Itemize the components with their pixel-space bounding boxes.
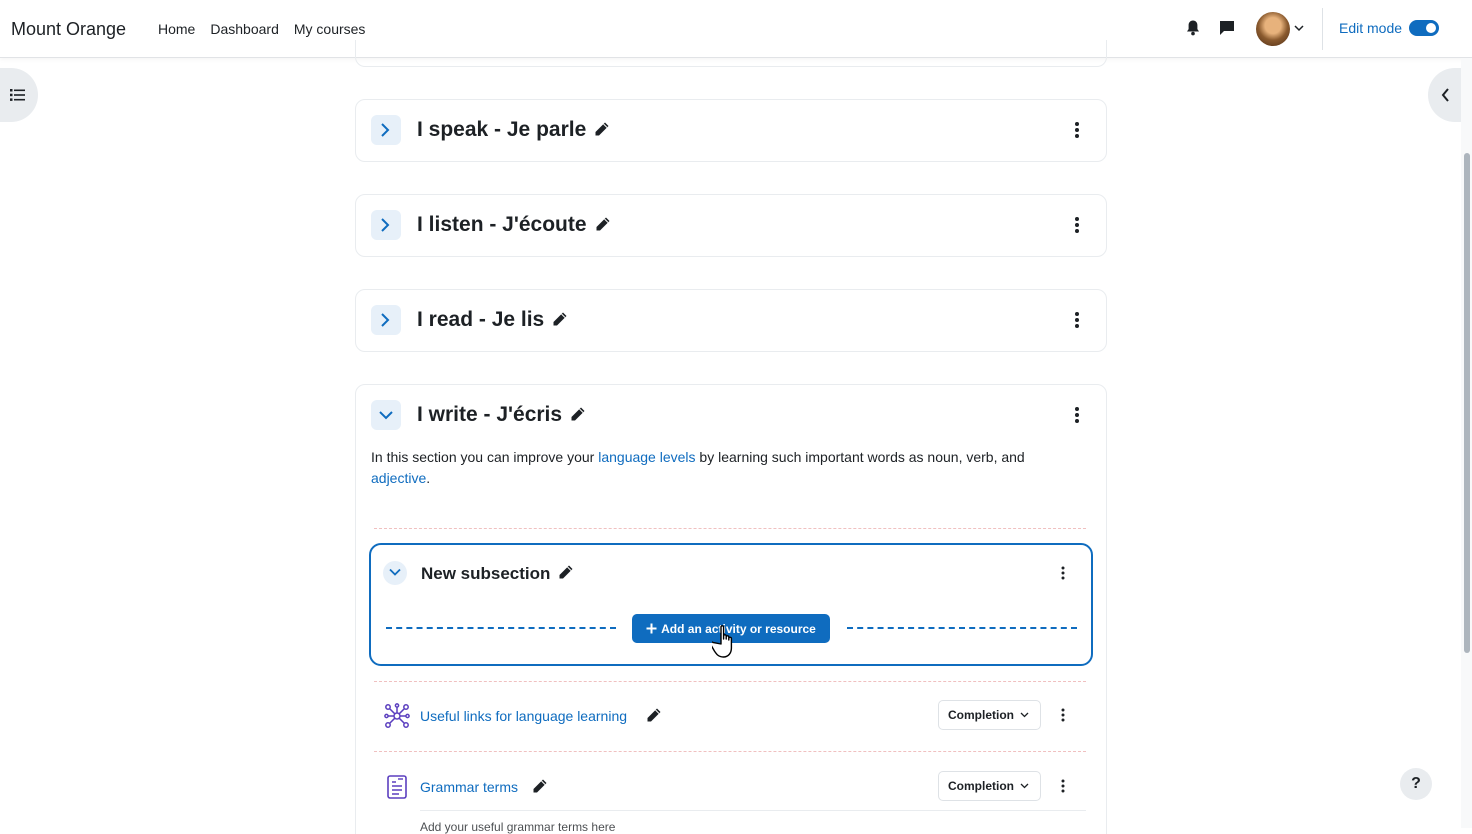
edit-pencil-icon[interactable] [570,406,586,422]
chevron-down-icon [1020,783,1029,789]
completion-dropdown[interactable]: Completion [938,771,1041,801]
network-icon [384,703,410,728]
chevron-down-icon [389,568,401,576]
messages-chat-icon[interactable] [1219,20,1235,36]
section-actions-kebab-icon[interactable] [1074,311,1080,329]
previous-section-bottom [355,40,1107,67]
section-title-text[interactable]: I listen - J'écoute [417,213,587,236]
edit-pencil-icon[interactable] [552,311,568,327]
section-title[interactable]: I read - Je lis [417,308,568,332]
section-expand-button[interactable] [371,210,401,240]
section-expand-button[interactable] [371,305,401,335]
subsection-title-text[interactable]: New subsection [421,564,550,583]
user-avatar[interactable] [1256,12,1290,46]
nav-divider [1322,8,1323,50]
completion-label: Completion [948,708,1014,722]
completion-dropdown[interactable]: Completion [938,700,1041,730]
completion-label: Completion [948,779,1014,793]
chevron-right-icon [381,123,390,137]
nav-home-link[interactable]: Home [158,21,195,37]
primary-nav: Home Dashboard My courses [158,21,365,37]
section-actions-kebab-icon[interactable] [1074,216,1080,234]
section-expand-button[interactable] [371,115,401,145]
chevron-right-icon [381,313,390,327]
edit-mode-toggle[interactable] [1409,20,1439,36]
chevron-down-icon[interactable] [1294,24,1304,32]
edit-mode-label: Edit mode [1339,20,1403,36]
scrollbar-thumb[interactable] [1464,153,1470,653]
plus-icon [646,623,657,634]
section-title[interactable]: I listen - J'écoute [417,213,611,237]
adjective-link[interactable]: adjective [371,470,426,486]
subsection-actions-kebab-icon[interactable] [1061,566,1065,580]
edit-pencil-icon[interactable] [646,707,662,723]
activity-separator [374,528,1086,529]
section-title[interactable]: I speak - Je parle [417,118,610,142]
edit-pencil-icon[interactable] [558,564,574,580]
activity-link[interactable]: Useful links for language learning [420,708,627,724]
section-title-text[interactable]: I write - J'écris [417,403,562,426]
section-title[interactable]: I write - J'écris [417,403,586,427]
edit-pencil-icon[interactable] [532,778,548,794]
edit-pencil-icon[interactable] [595,216,611,232]
section-title-text[interactable]: I read - Je lis [417,308,544,331]
section-collapse-button[interactable] [371,400,401,430]
chevron-left-icon [1441,88,1449,102]
summary-text: . [426,470,431,486]
activity-actions-kebab-icon[interactable] [1061,708,1065,722]
nav-dashboard-link[interactable]: Dashboard [210,21,279,37]
subsection-title[interactable]: New subsection [421,564,574,584]
activity-separator [374,681,1086,682]
activity-item: Useful links for language learning Compl… [384,695,1084,735]
glossary-icon [387,775,407,799]
chevron-down-icon [379,411,393,420]
course-section: I speak - Je parle [355,99,1107,162]
chevron-right-icon [381,218,390,232]
course-index-toggle[interactable] [0,68,38,122]
course-section: I read - Je lis [355,289,1107,352]
activity-actions-kebab-icon[interactable] [1061,779,1065,793]
section-actions-kebab-icon[interactable] [1074,121,1080,139]
section-title-text[interactable]: I speak - Je parle [417,118,586,141]
nav-my-courses-link[interactable]: My courses [294,21,366,37]
section-summary: In this section you can improve your lan… [371,447,1071,489]
summary-text: by learning such important words as noun… [695,449,1025,465]
add-activity-divider-right [847,627,1077,629]
site-brand[interactable]: Mount Orange [11,19,126,40]
help-button[interactable]: ? [1400,768,1432,800]
course-section: I listen - J'écoute [355,194,1107,257]
activity-item: Grammar terms Completion [384,766,1084,806]
activity-separator [374,751,1086,752]
edit-pencil-icon[interactable] [594,121,610,137]
summary-text: In this section you can improve your [371,449,599,465]
section-actions-kebab-icon[interactable] [1074,406,1080,424]
language-levels-link[interactable]: language levels [598,449,695,465]
add-activity-divider-left [386,627,616,629]
list-icon [10,89,25,101]
hand-pointer-cursor-icon [712,625,733,658]
subsection-collapse-button[interactable] [383,561,407,585]
activity-description: Add your useful grammar terms here [420,820,616,834]
notifications-bell-icon[interactable] [1186,20,1200,36]
activity-link[interactable]: Grammar terms [420,779,518,795]
activity-description-divider [420,810,1086,811]
chevron-down-icon [1020,712,1029,718]
